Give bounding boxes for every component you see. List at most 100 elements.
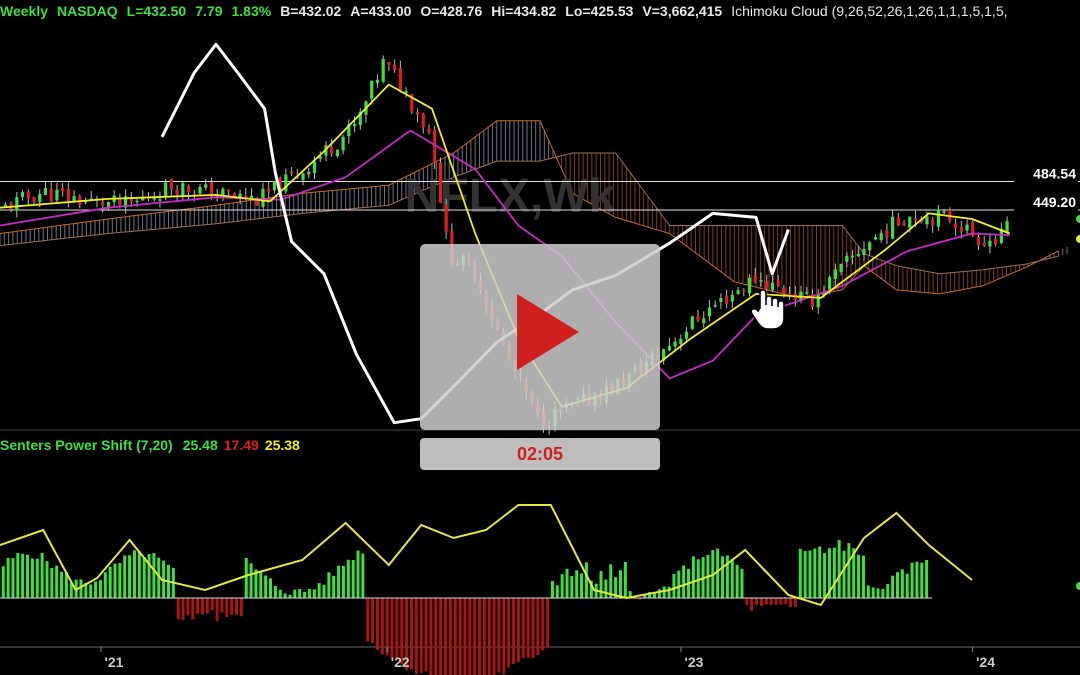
- oscillator-bar: [235, 598, 239, 615]
- oscillator-bar: [395, 598, 399, 659]
- oscillator-bar: [745, 598, 749, 605]
- candle-body: [679, 338, 683, 345]
- oscillator-bar: [900, 569, 904, 598]
- candle-body: [26, 191, 30, 199]
- oscillator-bar: [269, 578, 273, 598]
- oscillator-bar: [448, 598, 452, 675]
- candle-body: [805, 292, 809, 294]
- oscillator-bar: [925, 559, 929, 598]
- candle-body: [667, 346, 671, 351]
- oscillator-bar: [473, 598, 477, 675]
- candle-body: [186, 185, 191, 192]
- candle-body: [856, 254, 860, 257]
- video-play-overlay[interactable]: [420, 244, 660, 430]
- oscillator-bar: [35, 558, 39, 598]
- oscillator-bar: [871, 587, 875, 598]
- oscillator-bar: [458, 598, 462, 675]
- candle-body: [398, 68, 402, 90]
- oscillator-bar: [920, 562, 924, 598]
- candle-body: [862, 248, 866, 255]
- candle-body: [759, 280, 763, 282]
- candle-body: [438, 162, 443, 204]
- oscillator-bar: [618, 570, 622, 598]
- candle-body: [181, 183, 185, 196]
- oscillator-bar: [750, 598, 754, 611]
- oscillator-bar: [837, 540, 841, 598]
- candle-body: [988, 240, 992, 247]
- oscillator-bar: [550, 581, 554, 598]
- oscillator-bar: [657, 589, 661, 598]
- oscillator-bar: [21, 553, 25, 598]
- oscillator-signal-line: [0, 504, 973, 607]
- oscillator-marker: [1076, 582, 1080, 590]
- oscillator-bar: [6, 558, 10, 598]
- candle-body: [902, 222, 906, 226]
- candle-body: [198, 187, 202, 194]
- oscillator-bar: [259, 571, 263, 598]
- candle-body: [953, 223, 958, 228]
- change-value: 7.79: [195, 3, 223, 19]
- oscillator-bar: [94, 581, 98, 598]
- candle-body: [15, 197, 19, 211]
- candle-body: [261, 188, 265, 207]
- candle-body: [931, 219, 935, 226]
- hand-cursor-icon: [750, 289, 785, 330]
- oscillator-bar: [847, 543, 851, 598]
- oscillator-bar: [905, 573, 909, 598]
- candle-body: [753, 275, 757, 283]
- last-price: L=432.50: [126, 3, 187, 19]
- candle-body: [20, 192, 25, 197]
- oscillator-bar: [113, 563, 117, 598]
- candle-body: [335, 149, 339, 157]
- oscillator-bar: [512, 598, 516, 664]
- oscillator-bar: [371, 598, 375, 643]
- oscillator-bar: [337, 565, 341, 598]
- oscillator-bar: [186, 598, 190, 616]
- oscillator-bar: [842, 550, 846, 598]
- candle-body: [868, 242, 872, 251]
- oscillator-bar: [575, 570, 579, 598]
- level-label-lower: 449.20: [1033, 194, 1076, 210]
- oscillator-bar: [803, 551, 807, 598]
- oscillator-bar: [142, 557, 146, 598]
- candle-body: [719, 298, 723, 303]
- oscillator-bar: [317, 583, 321, 598]
- oscillator-bar: [50, 567, 54, 598]
- oscillator-bar: [764, 598, 768, 605]
- oscillator-bar: [793, 598, 797, 607]
- candle-body: [873, 237, 878, 240]
- video-duration: 02:05: [420, 438, 660, 470]
- oscillator-bar: [366, 598, 370, 642]
- oscillator-bar: [798, 548, 802, 598]
- oscillator-bar: [390, 598, 394, 658]
- oscillator-bar: [244, 557, 248, 598]
- oscillator-bar: [351, 560, 355, 598]
- candle-body: [135, 200, 139, 203]
- play-icon[interactable]: [517, 294, 579, 370]
- oscillator-bar: [478, 598, 482, 675]
- oscillator-bar: [264, 575, 268, 598]
- change-percent: 1.83%: [231, 3, 272, 19]
- oscillator-bar: [103, 572, 107, 598]
- oscillator-bar: [808, 550, 812, 598]
- oscillator-bar: [273, 585, 277, 598]
- candle-body: [101, 201, 105, 206]
- oscillator-bar: [861, 555, 865, 598]
- oscillator-bar: [672, 573, 676, 598]
- candle-body: [742, 289, 746, 292]
- last-price-marker: [1076, 215, 1080, 223]
- tenkan-marker: [1076, 235, 1080, 243]
- candle-body: [312, 161, 317, 174]
- oscillator-bar: [332, 575, 336, 598]
- oscillator-bar: [249, 563, 253, 598]
- candle-body: [850, 255, 855, 258]
- oscillator-bar: [779, 598, 783, 605]
- oscillator-bar: [531, 598, 535, 658]
- oscillator-bar: [108, 566, 112, 598]
- oscillator-bar: [774, 598, 778, 605]
- oscillator-bar: [132, 550, 136, 598]
- candle-body: [982, 243, 986, 246]
- oscillator-bar: [201, 598, 204, 615]
- oscillator-bar: [191, 598, 195, 620]
- oscillator-bar: [526, 598, 530, 658]
